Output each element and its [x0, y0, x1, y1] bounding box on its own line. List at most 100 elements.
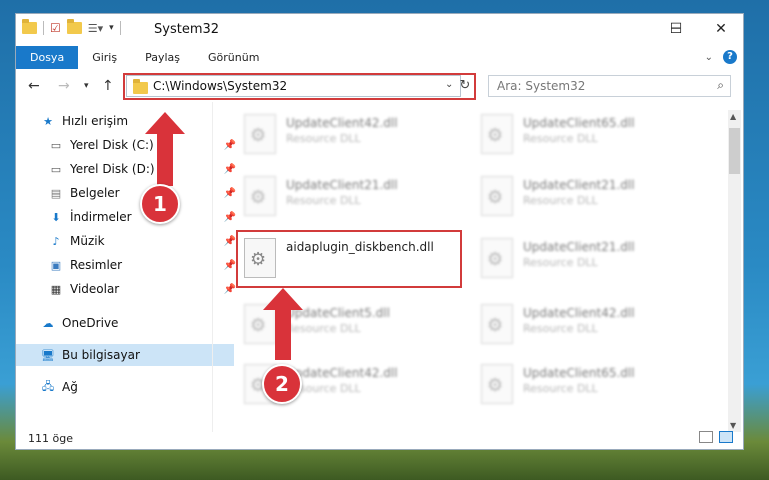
sidebar-item-downloads[interactable]: ⬇ İndirmeler 📌 — [16, 206, 242, 228]
sidebar-item-music[interactable]: ♪ Müzik 📌 — [16, 230, 242, 252]
address-highlight-box — [123, 73, 476, 100]
scrollbar-thumb[interactable] — [729, 128, 740, 174]
file-name: UpdateClient65.dll — [523, 366, 635, 380]
sidebar-item-label: OneDrive — [62, 316, 119, 330]
file-type: Resource DLL — [523, 194, 598, 207]
sidebar-item-label: Hızlı erişim — [62, 114, 129, 128]
file-item[interactable]: UpdateClient65.dll Resource DLL — [473, 360, 693, 416]
expand-ribbon-icon[interactable]: ⌄ — [705, 52, 713, 63]
file-item[interactable]: UpdateClient5.dll Resource DLL — [236, 300, 456, 356]
dll-file-icon — [244, 304, 276, 344]
dll-file-icon — [481, 114, 513, 154]
drive-icon: ▭ — [50, 138, 62, 152]
download-icon: ⬇ — [51, 210, 61, 224]
maximize-button[interactable]: ☐ — [653, 14, 699, 44]
sidebar-item-this-pc[interactable]: 🖥 Bu bilgisayar — [16, 344, 234, 366]
qat-dropdown-icon[interactable]: ▾ — [109, 23, 114, 33]
file-name: UpdateClient42.dll — [286, 366, 398, 380]
help-icon[interactable]: ? — [723, 50, 737, 64]
pictures-icon: ▣ — [50, 258, 62, 272]
properties-icon[interactable]: ☑ — [50, 21, 61, 35]
customize-qat-icon[interactable]: ☰▾ — [88, 22, 103, 35]
step-badge-1: 1 — [140, 184, 180, 224]
tab-gorunum[interactable]: Görünüm — [194, 46, 273, 69]
file-name: UpdateClient5.dll — [286, 306, 390, 320]
scroll-up-icon[interactable]: ▲ — [730, 112, 736, 121]
file-item[interactable]: UpdateClient21.dll Resource DLL — [236, 172, 456, 228]
file-type: Resource DLL — [523, 132, 598, 145]
forward-arrow-icon[interactable]: → — [58, 78, 70, 94]
file-type: Resource DLL — [523, 322, 598, 335]
sidebar-item-disk-d[interactable]: ▭ Yerel Disk (D:) 📌 — [16, 158, 242, 180]
search-input[interactable]: Ara: System32 ⌕ — [488, 75, 731, 97]
file-name: UpdateClient21.dll — [286, 178, 398, 192]
tab-paylas[interactable]: Paylaş — [131, 46, 194, 69]
tab-giris[interactable]: Giriş — [78, 46, 131, 69]
file-item[interactable]: UpdateClient21.dll Resource DLL — [473, 234, 693, 290]
dll-file-icon — [481, 364, 513, 404]
dll-file-icon — [481, 304, 513, 344]
sidebar-item-label: İndirmeler — [70, 210, 132, 224]
file-type: Resource DLL — [286, 322, 361, 335]
sidebar-item-label: Videolar — [70, 282, 120, 296]
file-name: UpdateClient21.dll — [523, 178, 635, 192]
file-item[interactable]: UpdateClient42.dll Resource DLL — [236, 110, 456, 166]
file-name: UpdateClient65.dll — [523, 116, 635, 130]
new-folder-icon[interactable] — [66, 19, 82, 34]
file-item[interactable]: UpdateClient42.dll Resource DLL — [473, 300, 693, 356]
file-highlight-box — [236, 230, 462, 288]
search-placeholder: Ara: System32 — [497, 79, 586, 93]
file-name: UpdateClient42.dll — [286, 116, 398, 130]
title-bar: ☑ ☰▾ ▾ System32 ─ ☐ ✕ — [16, 14, 743, 46]
sidebar-item-quick-access[interactable]: ★ Hızlı erişim — [16, 110, 234, 132]
navigation-bar: ← → ▾ ↑ C:\Windows\System32 ⌄ ↻ Ara: Sys… — [16, 70, 743, 102]
sidebar-item-label: Resimler — [70, 258, 123, 272]
file-name: UpdateClient42.dll — [523, 306, 635, 320]
explorer-window: ☑ ☰▾ ▾ System32 ─ ☐ ✕ Dosya Giriş Paylaş… — [15, 13, 744, 450]
recent-dropdown-icon[interactable]: ▾ — [84, 81, 89, 91]
title-separator — [119, 21, 121, 35]
details-view-icon[interactable] — [699, 431, 713, 443]
network-icon: 🖧 — [41, 379, 55, 393]
sidebar-item-network[interactable]: 🖧 Ağ — [16, 376, 234, 398]
dll-file-icon — [481, 176, 513, 216]
navigation-pane: ★ Hızlı erişim ▭ Yerel Disk (C:) 📌 ▭ Yer… — [16, 110, 236, 410]
music-icon: ♪ — [52, 234, 60, 248]
large-icons-view-icon[interactable] — [719, 431, 733, 443]
status-bar: 111 öge — [16, 427, 743, 449]
file-type: Resource DLL — [523, 256, 598, 269]
sidebar-item-disk-c[interactable]: ▭ Yerel Disk (C:) 📌 — [16, 134, 242, 156]
dll-file-icon — [244, 114, 276, 154]
sidebar-item-label: Müzik — [70, 234, 105, 248]
back-arrow-icon[interactable]: ← — [28, 78, 40, 94]
qat-separator — [43, 21, 44, 35]
close-button[interactable]: ✕ — [698, 14, 744, 44]
window-title: System32 — [154, 22, 220, 37]
star-icon: ★ — [43, 114, 53, 128]
vertical-scrollbar[interactable]: ▲ ▼ — [728, 110, 741, 432]
file-item[interactable]: UpdateClient21.dll Resource DLL — [473, 172, 693, 228]
sidebar-item-label: Ağ — [62, 380, 78, 394]
file-type: Resource DLL — [286, 132, 361, 145]
computer-icon: 🖥 — [41, 348, 55, 362]
sidebar-item-label: Bu bilgisayar — [62, 348, 140, 362]
sidebar-item-videos[interactable]: ▦ Videolar 📌 — [16, 278, 242, 300]
up-arrow-icon[interactable]: ↑ — [102, 78, 114, 94]
ribbon-right-controls: ⌄ ? — [705, 50, 737, 64]
sidebar-item-label: Yerel Disk (D:) — [70, 162, 155, 176]
onedrive-icon: ☁ — [42, 316, 54, 330]
file-type: Resource DLL — [523, 382, 598, 395]
sidebar-item-onedrive[interactable]: ☁ OneDrive — [16, 312, 234, 334]
sidebar-item-pictures[interactable]: ▣ Resimler 📌 — [16, 254, 242, 276]
ribbon-tabs: Dosya Giriş Paylaş Görünüm — [16, 46, 743, 69]
folder-icon — [22, 19, 37, 34]
sidebar-item-documents[interactable]: ▤ Belgeler 📌 — [16, 182, 242, 204]
file-item[interactable]: UpdateClient65.dll Resource DLL — [473, 110, 693, 166]
sidebar-item-label: Belgeler — [70, 186, 120, 200]
tab-dosya[interactable]: Dosya — [16, 46, 79, 69]
minimize-button-2 — [607, 14, 653, 44]
item-count: 111 öge — [28, 432, 73, 445]
search-icon[interactable]: ⌕ — [717, 78, 724, 93]
sidebar-item-label: Yerel Disk (C:) — [70, 138, 154, 152]
dll-file-icon — [244, 176, 276, 216]
